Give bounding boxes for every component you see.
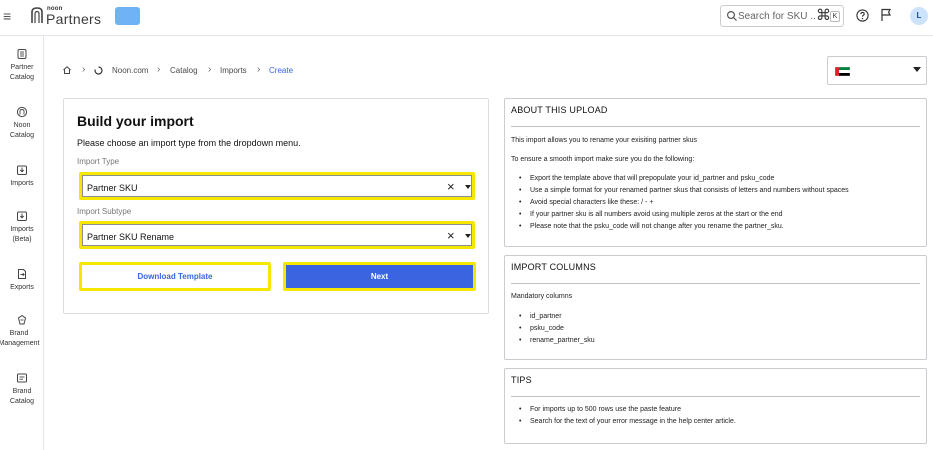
country-selector[interactable] (827, 56, 927, 85)
help-icon[interactable] (856, 9, 869, 22)
tag-stack-icon (17, 49, 27, 59)
top-bar: ≡ noon Partners ⌘ K L (0, 0, 933, 36)
sidebar-item-label: Noon Catalog (9, 122, 35, 139)
user-avatar[interactable]: L (910, 7, 928, 25)
hamburger-menu-icon[interactable]: ≡ (3, 9, 11, 23)
select-border: Partner SKU Rename × (82, 224, 472, 246)
chevron-right-icon: › (82, 64, 86, 75)
import-subtype-select[interactable]: Partner SKU Rename × (79, 221, 475, 249)
list-item: If your partner sku is all numbers avoid… (519, 209, 849, 221)
list-item: For imports up to 500 rows use the paste… (519, 404, 736, 416)
sidebar-item-brand-management[interactable]: Brand Management (0, 314, 44, 349)
list-item: Avoid special characters like these: / -… (519, 197, 849, 209)
tips-list: For imports up to 500 rows use the paste… (519, 404, 736, 428)
breadcrumb-noon[interactable]: Noon.com (112, 66, 148, 75)
home-icon[interactable] (62, 65, 72, 75)
list-item: psku_code (519, 323, 595, 335)
list-item: Use a simple format for your renamed par… (519, 185, 849, 197)
sidebar-item-partner-catalog[interactable]: Partner Catalog (0, 48, 44, 83)
loading-spinner-icon (94, 66, 103, 75)
clear-icon[interactable]: × (447, 229, 455, 243)
chevron-down-icon (913, 67, 921, 72)
sidebar-item-label: Partner Catalog (9, 64, 35, 81)
import-type-label: Import Type (77, 157, 120, 166)
select-border: Partner SKU × (82, 175, 472, 197)
list-item: Export the template above that will prep… (519, 173, 849, 185)
divider (511, 283, 920, 284)
list-item: Search for the text of your error messag… (519, 416, 736, 428)
environment-badge[interactable] (115, 7, 140, 25)
column-list: id_partner psku_code rename_partner_sku (519, 311, 595, 347)
about-lead: To ensure a smooth import make sure you … (511, 156, 695, 163)
card-title: Build your import (77, 113, 194, 129)
chevron-down-icon[interactable] (465, 185, 471, 189)
list-item: rename_partner_sku (519, 335, 595, 347)
sidebar-item-brand-catalog[interactable]: Brand Catalog (0, 372, 44, 407)
clear-icon[interactable]: × (447, 180, 455, 194)
sidebar-item-label: Imports (Beta) (10, 226, 34, 243)
panel-title: ABOUT THIS UPLOAD (511, 105, 608, 115)
search-icon (726, 10, 737, 21)
columns-lead: Mandatory columns (511, 293, 573, 300)
chevron-right-icon: › (257, 64, 261, 75)
next-button[interactable]: Next (283, 262, 476, 291)
brand-management-icon (17, 314, 27, 325)
import-beta-icon (17, 211, 27, 221)
sidebar-item-label: Exports (10, 284, 34, 291)
export-icon (18, 269, 26, 279)
about-intro: This import allows you to rename your ex… (511, 137, 697, 144)
breadcrumb-create: Create (269, 66, 294, 75)
command-key-icon: ⌘ (816, 7, 831, 24)
noon-logo-icon (31, 7, 43, 23)
panel-title: IMPORT COLUMNS (511, 262, 596, 272)
import-subtype-label: Import Subtype (77, 207, 132, 216)
sidebar-item-noon-catalog[interactable]: Noon Catalog (0, 106, 44, 141)
search-input[interactable] (738, 8, 816, 24)
sidebar-item-imports[interactable]: Imports (0, 164, 44, 189)
sidebar-item-label: Brand Management (0, 330, 40, 347)
divider (511, 396, 920, 397)
report-flag-icon[interactable] (880, 8, 893, 22)
chevron-right-icon: › (208, 64, 212, 75)
shortcut-key: K (830, 11, 840, 22)
card-subtitle: Please choose an import type from the dr… (77, 138, 301, 148)
sidebar-item-label: Imports (10, 180, 34, 187)
build-import-card: Build your import Please choose an impor… (63, 98, 489, 314)
import-type-value: Partner SKU (87, 183, 138, 193)
search-box[interactable]: ⌘ K (720, 5, 844, 27)
import-type-select[interactable]: Partner SKU × (79, 172, 475, 200)
divider (511, 126, 920, 127)
import-subtype-value: Partner SKU Rename (87, 232, 175, 242)
about-upload-panel: ABOUT THIS UPLOAD This import allows you… (504, 98, 927, 247)
panel-title: TIPS (511, 375, 532, 385)
sidebar-item-exports[interactable]: Exports (0, 268, 44, 293)
about-steps: Export the template above that will prep… (519, 173, 849, 233)
breadcrumb-catalog[interactable]: Catalog (170, 66, 198, 75)
noon-catalog-icon (16, 106, 28, 118)
breadcrumb-imports[interactable]: Imports (220, 66, 247, 75)
chevron-right-icon: › (157, 64, 161, 75)
uae-flag-icon (835, 67, 850, 76)
sidebar: Partner Catalog Noon Catalog Imports Imp… (0, 36, 44, 450)
import-icon (17, 165, 27, 175)
brand-name: Partners (46, 11, 102, 27)
chevron-down-icon[interactable] (465, 234, 471, 238)
brand-catalog-icon (17, 373, 27, 383)
tips-panel: TIPS For imports up to 500 rows use the … (504, 368, 927, 444)
list-item: Please note that the psku_code will not … (519, 221, 849, 233)
import-columns-panel: IMPORT COLUMNS Mandatory columns id_part… (504, 255, 927, 360)
download-template-button[interactable]: Download Template (79, 262, 271, 291)
sidebar-item-imports-beta[interactable]: Imports (Beta) (0, 210, 44, 245)
sidebar-item-label: Brand Catalog (9, 388, 35, 405)
list-item: id_partner (519, 311, 595, 323)
